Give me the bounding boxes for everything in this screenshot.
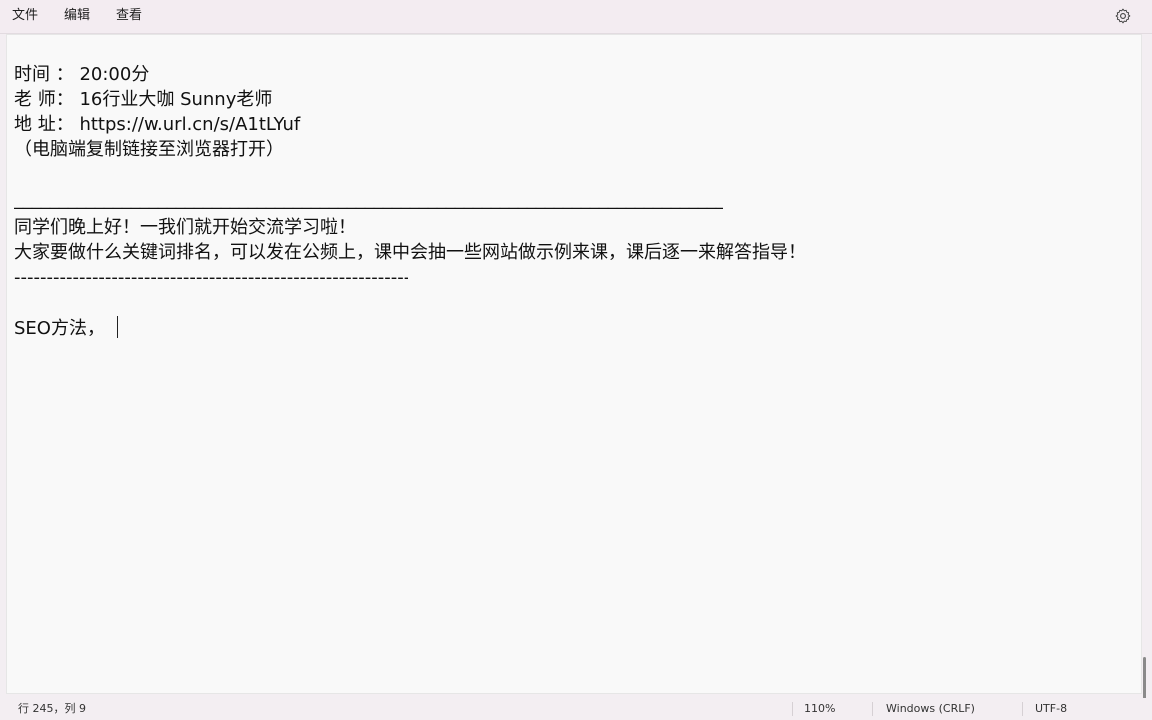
text-line-current-text: SEO方法， [14,318,105,339]
status-encoding[interactable]: UTF-8 [1035,698,1067,720]
status-divider [792,702,793,716]
menu-edit[interactable]: 编辑 [64,7,90,25]
status-divider [1022,702,1023,716]
text-line-dash-rule: ----------------------------------------… [14,267,408,288]
menu-file[interactable]: 文件 [12,7,38,25]
text-line-current: SEO方法， [14,316,118,341]
settings-button[interactable] [1114,7,1132,25]
text-editor[interactable]: 时间 ： 20:00分 老 师： 16行业大咖 Sunny老师 地 址： htt… [6,34,1146,713]
gear-icon [1115,8,1131,24]
status-zoom[interactable]: 110% [804,698,835,720]
status-cursor-position: 行 245，列 9 [18,702,86,715]
menu-view[interactable]: 查看 [116,7,142,25]
text-caret [116,316,118,338]
text-line-address: 地 址： https://w.url.cn/s/A1tLYuf [14,114,301,135]
notepad-window: 文件 编辑 查看 时间 ： 20:00分 老 师： 16行业大咖 Sunny老师… [0,0,1152,720]
text-line-greeting: 同学们晚上好！一我们就开始交流学习啦！ [14,217,356,238]
status-line-ending[interactable]: Windows (CRLF) [886,698,975,720]
text-line-underscore-rule: ________________________________________… [14,189,723,210]
text-line-teacher: 老 师： 16行业大咖 Sunny老师 [14,89,273,110]
menu-bar: 文件 编辑 查看 [0,0,1152,34]
status-bar: 行 245，列 9 110% Windows (CRLF) UTF-8 [0,698,1152,720]
text-line-instructions: 大家要做什么关键词排名，可以发在公频上，课中会抽一些网站做示例来课，课后逐一来解… [14,242,806,263]
text-line-note: （电脑端复制链接至浏览器打开） [14,139,284,160]
text-line-time: 时间 ： 20:00分 [14,64,150,85]
status-divider [872,702,873,716]
